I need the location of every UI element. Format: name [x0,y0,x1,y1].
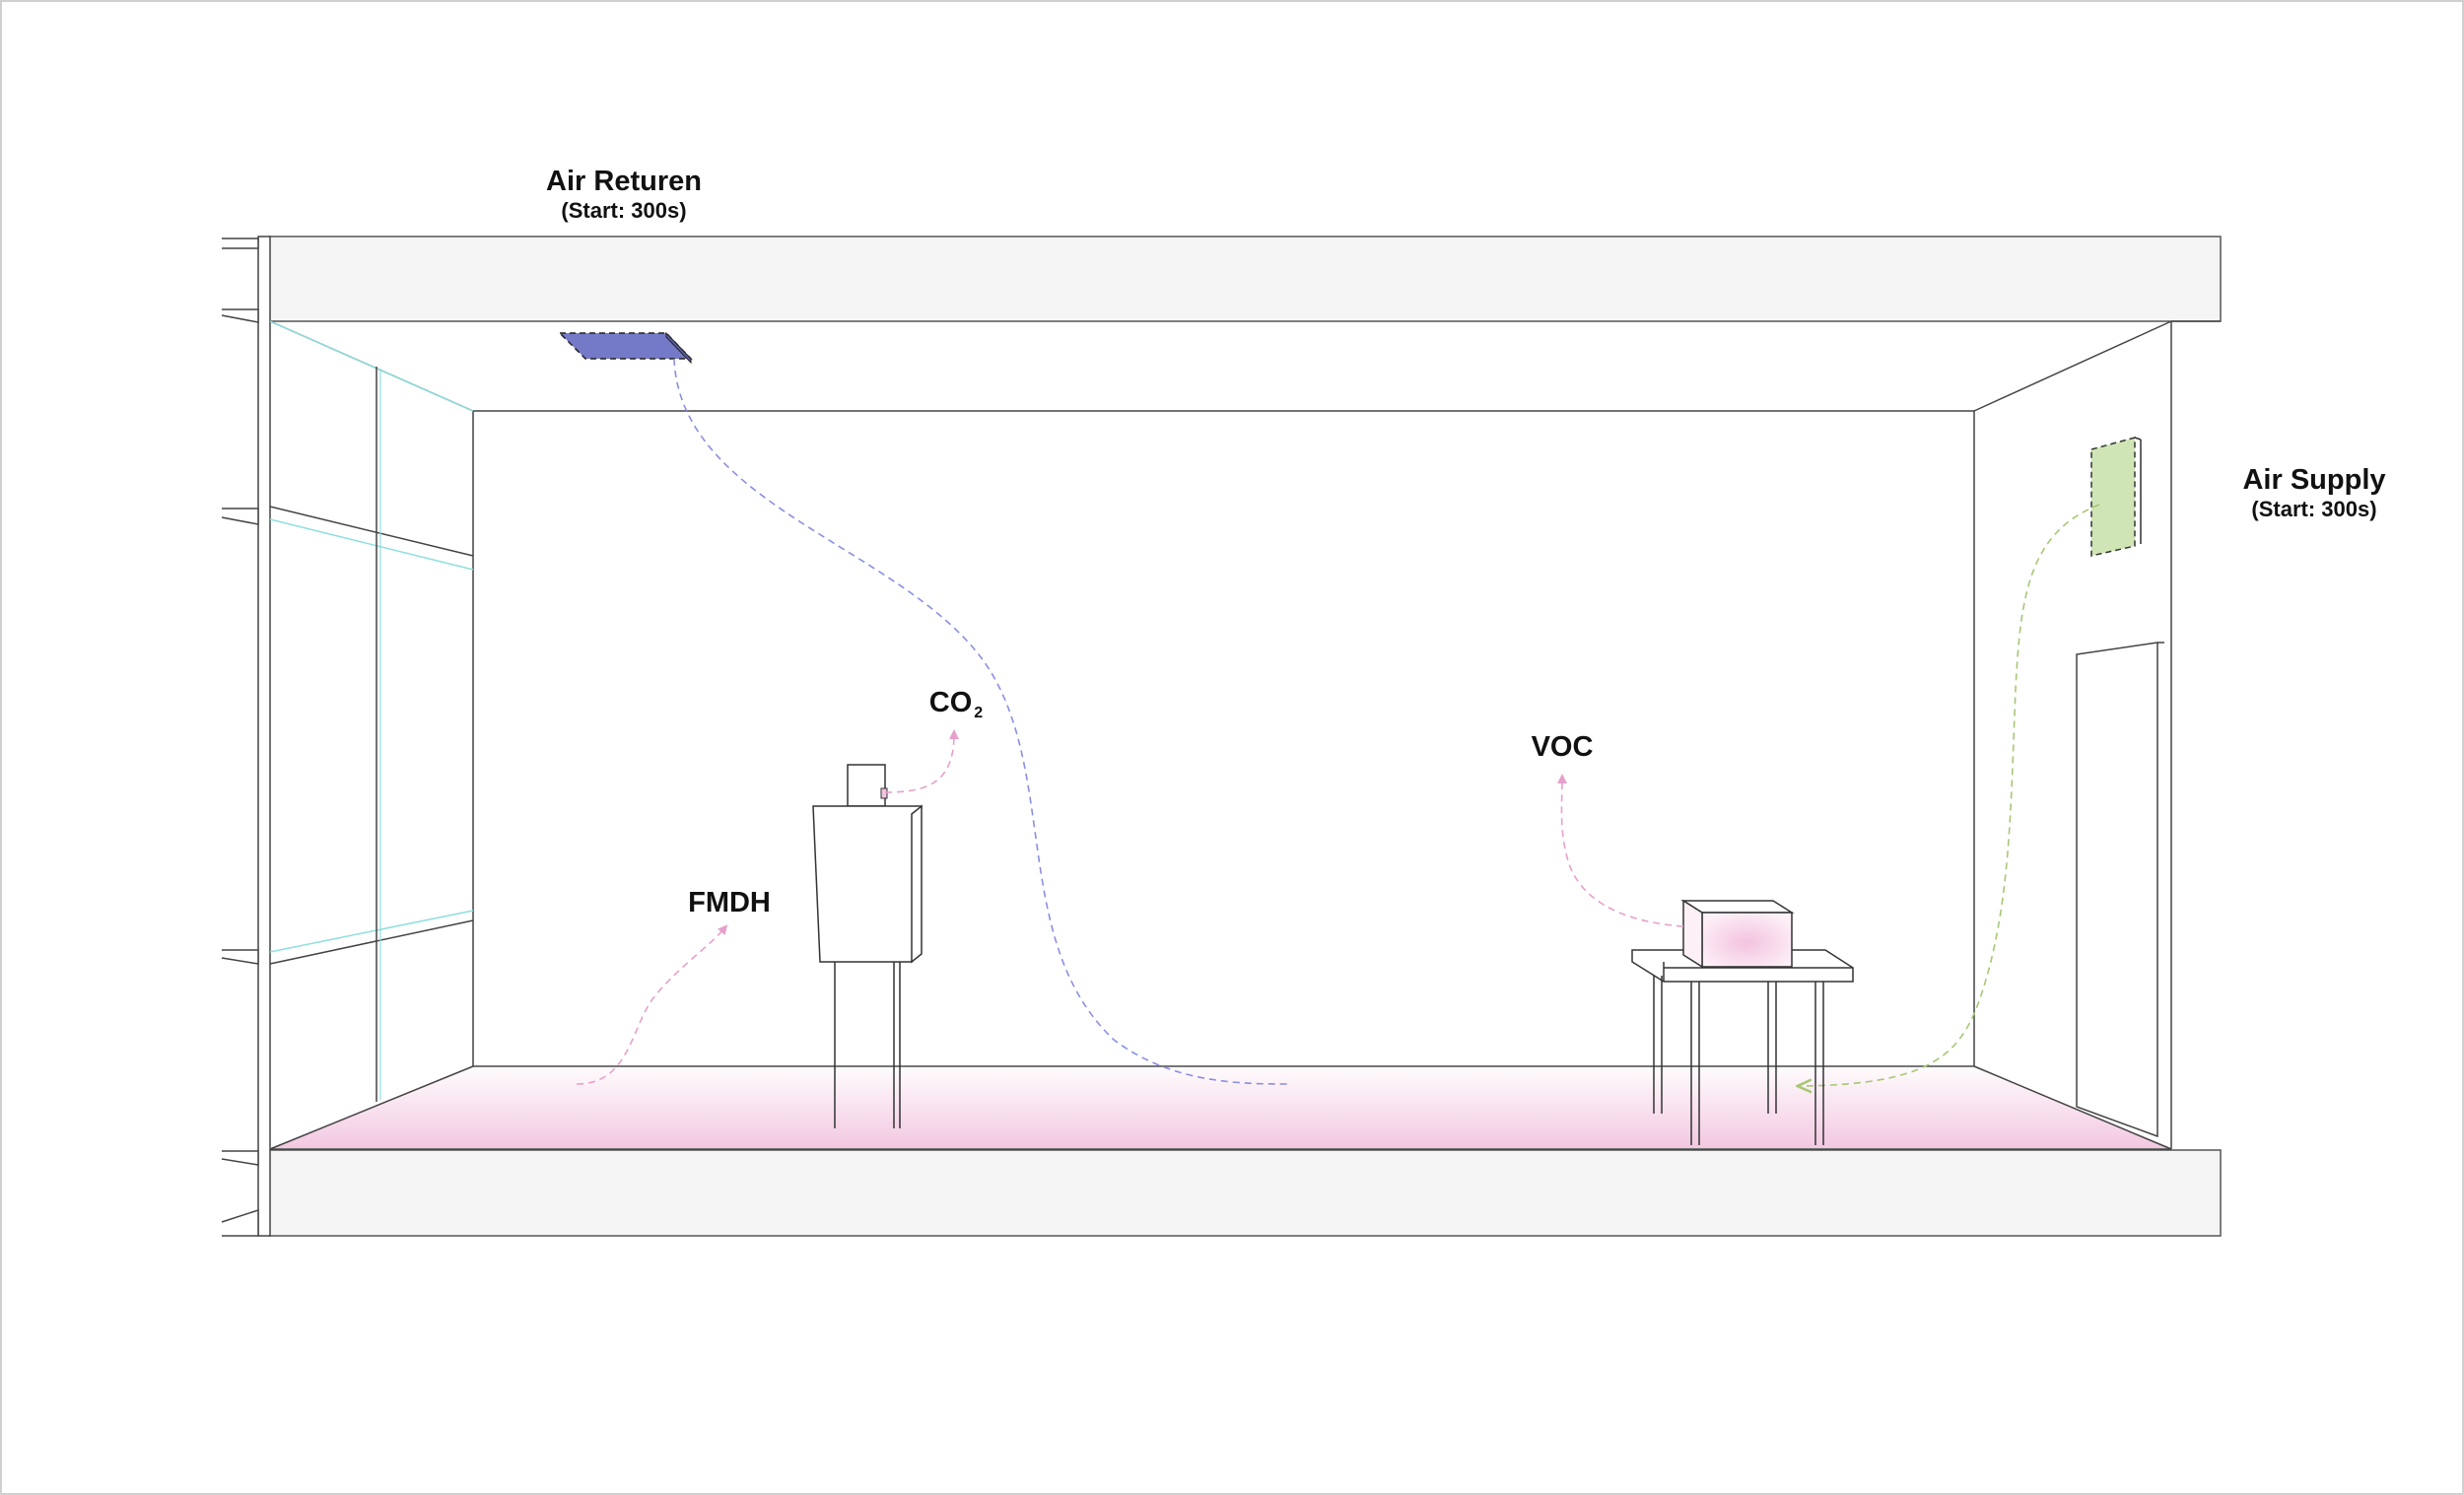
room-section-diagram: Air Returen (Start: 300s) Air Supply (St… [0,0,2464,1495]
floor-slab [268,1149,2222,1237]
voc-text: VOC [1531,731,1594,763]
window-glazing [269,320,474,1102]
air-supply-title: Air Supply [2242,464,2386,496]
air-supply-label: Air Supply (Start: 300s) [2216,463,2413,522]
air-supply-vent [2090,437,2142,557]
air-return-subtitle: (Start: 300s) [561,198,687,223]
air-return-title: Air Returen [546,166,702,197]
voc-source-box [1680,899,1795,969]
air-supply-subtitle: (Start: 300s) [2251,497,2377,521]
fmdh-label: FMDH [680,886,779,919]
room-illustration [0,0,2464,1495]
co2-text: CO [928,687,973,718]
voc-label: VOC [1523,730,1602,764]
co2-subscript: 2 [974,705,984,721]
floor-surface [270,1066,2171,1148]
co2-label: CO 2 [917,686,995,722]
fmdh-text: FMDH [688,887,771,918]
ceiling-slab [268,236,2222,322]
air-return-vent [558,331,693,365]
door [2076,642,2164,1138]
air-return-label: Air Returen (Start: 300s) [525,165,722,224]
facade-mullion [221,236,271,1237]
